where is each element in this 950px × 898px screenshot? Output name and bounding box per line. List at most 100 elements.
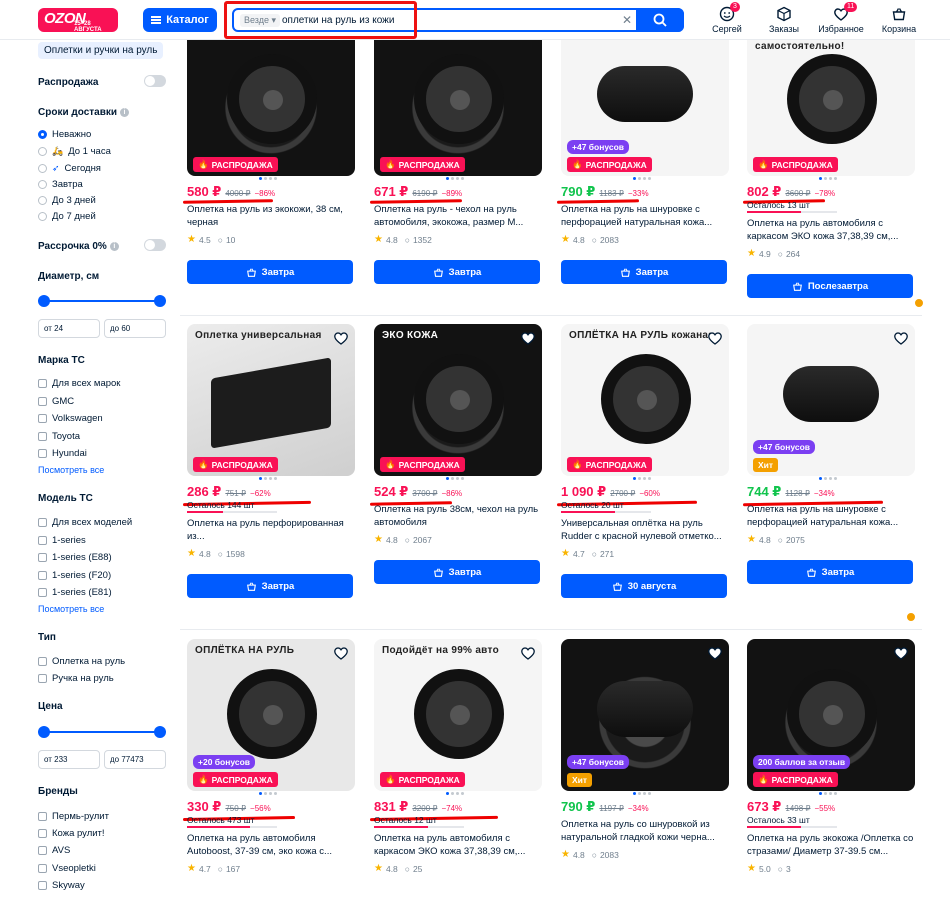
- search-button[interactable]: [636, 8, 684, 32]
- product-title[interactable]: Оплетка на руль - чехол на руль автомоби…: [374, 203, 542, 229]
- sale-toggle[interactable]: [144, 75, 166, 87]
- product-card[interactable]: Не нужно сшивать самостоятельно!🔥РАСПРОД…: [742, 24, 915, 304]
- product-image[interactable]: Подойдёт на 99% авто 🔥 РАСПРОДАЖА: [374, 639, 542, 791]
- model-option[interactable]: 1-series: [38, 535, 86, 546]
- pager-dot[interactable]: [638, 477, 641, 480]
- brand-option[interactable]: Hyundai: [38, 448, 87, 459]
- product-title[interactable]: Оплетка на руль автомобиля с каркасом ЭК…: [747, 217, 915, 243]
- add-to-cart-button[interactable]: Завтра: [747, 560, 913, 584]
- pager-dot[interactable]: [259, 477, 262, 480]
- pager-dot[interactable]: [269, 477, 272, 480]
- slider-max-handle[interactable]: [154, 295, 166, 307]
- pager-dot[interactable]: [648, 177, 651, 180]
- pager-dot[interactable]: [456, 792, 459, 795]
- pager-dot[interactable]: [446, 792, 449, 795]
- pager-dot[interactable]: [834, 792, 837, 795]
- model-see-all-link[interactable]: Посмотреть все: [38, 604, 104, 614]
- image-pager[interactable]: [446, 177, 464, 180]
- favorite-heart-icon[interactable]: [333, 645, 349, 661]
- product-title[interactable]: Оплетка на руль автомобиля Autoboost, 37…: [187, 832, 355, 858]
- brands-option[interactable]: Skyway: [38, 880, 85, 891]
- search-scope-select[interactable]: Везде ▾: [240, 14, 281, 27]
- pager-dot[interactable]: [633, 177, 636, 180]
- pager-dot[interactable]: [819, 792, 822, 795]
- nav-favorites[interactable]: 11 Избранное: [816, 2, 866, 34]
- add-to-cart-button[interactable]: Завтра: [561, 260, 727, 284]
- checkbox[interactable]: [38, 864, 47, 873]
- radio[interactable]: [38, 196, 47, 205]
- type-option[interactable]: Ручка на руль: [38, 673, 114, 684]
- pager-dot[interactable]: [461, 177, 464, 180]
- product-title[interactable]: Универсальная оплётка на руль Rudder с к…: [561, 517, 729, 543]
- checkbox[interactable]: [38, 449, 47, 458]
- radio-selected[interactable]: [38, 130, 47, 139]
- image-pager[interactable]: [259, 177, 277, 180]
- product-card[interactable]: +47 бонусов Хит 744 ₽1128 ₽ −34% Оплетка на …: [742, 324, 915, 604]
- category-chip[interactable]: Оплетки и ручки на руль: [38, 42, 164, 59]
- favorite-heart-icon[interactable]: [707, 330, 723, 346]
- pager-dot[interactable]: [446, 477, 449, 480]
- product-title[interactable]: Оплетка на руль на шнуровке с перфорацие…: [747, 503, 915, 529]
- checkbox[interactable]: [38, 379, 47, 388]
- pager-dot[interactable]: [451, 477, 454, 480]
- checkbox[interactable]: [38, 536, 47, 545]
- product-image[interactable]: 🔥 РАСПРОДАЖА: [374, 24, 542, 176]
- pager-dot[interactable]: [259, 177, 262, 180]
- pager-dot[interactable]: [456, 477, 459, 480]
- product-card[interactable]: +47 бонусов 🔥 РАСПРОДАЖА 790 ₽1183 ₽ −33% Опл…: [556, 24, 729, 304]
- favorite-heart-icon[interactable]: [520, 645, 536, 661]
- product-image[interactable]: ОПЛЕТКА🔥РАСПРОДАЖА: [187, 24, 355, 176]
- catalog-button[interactable]: Каталог: [143, 8, 217, 32]
- slider-min-handle[interactable]: [38, 295, 50, 307]
- favorite-heart-icon[interactable]: [520, 330, 536, 346]
- checkbox[interactable]: [38, 397, 47, 406]
- pager-dot[interactable]: [264, 477, 267, 480]
- pager-dot[interactable]: [461, 792, 464, 795]
- pager-dot[interactable]: [461, 477, 464, 480]
- checkbox[interactable]: [38, 846, 47, 855]
- checkbox[interactable]: [38, 518, 47, 527]
- brand-option[interactable]: GMC: [38, 396, 74, 407]
- price-from-input[interactable]: от 233: [38, 750, 100, 769]
- add-to-cart-button[interactable]: Завтра: [374, 560, 540, 584]
- favorite-heart-icon[interactable]: [893, 330, 909, 346]
- pager-dot[interactable]: [274, 792, 277, 795]
- clear-icon[interactable]: ✕: [622, 13, 632, 27]
- image-pager[interactable]: [259, 792, 277, 795]
- product-title[interactable]: Оплетка на руль экокожа /Оплетка со стра…: [747, 832, 915, 858]
- pager-dot[interactable]: [834, 177, 837, 180]
- pager-dot[interactable]: [274, 177, 277, 180]
- add-to-cart-button[interactable]: 30 августа: [561, 574, 727, 598]
- checkbox[interactable]: [38, 571, 47, 580]
- checkbox[interactable]: [38, 657, 47, 666]
- image-pager[interactable]: [633, 792, 651, 795]
- product-title[interactable]: Оплетка на руль со шнуровкой из натураль…: [561, 818, 729, 844]
- pager-dot[interactable]: [264, 177, 267, 180]
- pager-dot[interactable]: [829, 792, 832, 795]
- image-pager[interactable]: [446, 477, 464, 480]
- product-title[interactable]: Оплетка на руль из экокожи, 38 см, черна…: [187, 203, 355, 229]
- pager-dot[interactable]: [829, 177, 832, 180]
- product-card[interactable]: ОПЛЕТКА🔥РАСПРОДАЖА 580 ₽4000 ₽−86% Оплетка…: [182, 24, 355, 304]
- delivery-option[interactable]: До 7 дней: [38, 211, 96, 222]
- pager-dot[interactable]: [824, 477, 827, 480]
- pager-dot[interactable]: [829, 477, 832, 480]
- product-image[interactable]: 200 баллов за отзыв 🔥 РАСПРОДАЖА: [747, 639, 915, 791]
- nav-cart[interactable]: Корзина: [874, 6, 924, 34]
- product-card[interactable]: Оплетка универсальная 🔥 РАСПРОДАЖА 286 ₽751…: [182, 324, 355, 604]
- diameter-to-input[interactable]: до 60: [104, 319, 166, 338]
- image-pager[interactable]: [446, 792, 464, 795]
- brand-option[interactable]: Для всех марок: [38, 378, 120, 389]
- brands-option[interactable]: Кожа рулит!: [38, 828, 105, 839]
- favorite-heart-icon[interactable]: [333, 330, 349, 346]
- ozon-logo[interactable]: OZON 15–28 АВГУСТА: [38, 8, 118, 33]
- image-pager[interactable]: [819, 477, 837, 480]
- add-to-cart-button[interactable]: Завтра: [374, 260, 540, 284]
- pager-dot[interactable]: [638, 792, 641, 795]
- favorite-heart-icon[interactable]: [707, 645, 723, 661]
- pager-dot[interactable]: [638, 177, 641, 180]
- add-to-cart-button[interactable]: Послезавтра: [747, 274, 913, 298]
- slider-max-handle[interactable]: [154, 726, 166, 738]
- pager-dot[interactable]: [824, 177, 827, 180]
- product-image[interactable]: Не нужно сшивать самостоятельно!🔥РАСПРОД…: [747, 24, 915, 176]
